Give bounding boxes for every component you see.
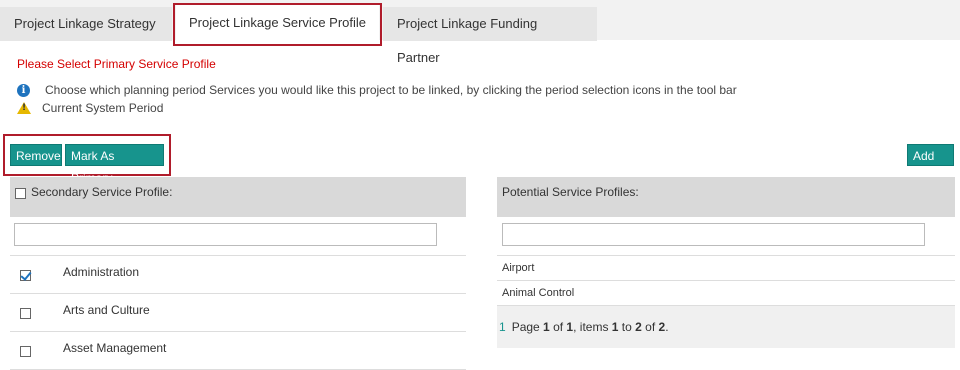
- list-item-label: Administration: [63, 265, 140, 279]
- add-all-button[interactable]: Add All: [907, 144, 954, 185]
- warning-message: Current System Period: [42, 101, 164, 115]
- pager: 1 Page 1 of 1, items 1 to 2 of 2.: [497, 306, 955, 348]
- pager-text: , items: [573, 320, 612, 334]
- error-message: Please Select Primary Service Profile: [17, 57, 216, 71]
- row-checkbox[interactable]: [20, 346, 31, 357]
- tab-project-linkage-strategy[interactable]: Project Linkage Strategy: [0, 7, 172, 41]
- tab-project-linkage-funding-partner[interactable]: Project Linkage Funding Partner: [383, 7, 597, 65]
- list-item[interactable]: Animal Control: [497, 281, 955, 306]
- pager-to: 2: [635, 320, 642, 334]
- potential-panel-title: Potential Service Profiles:: [502, 185, 639, 199]
- pager-page-link[interactable]: 1: [499, 320, 506, 334]
- list-item[interactable]: Administration: [10, 256, 466, 294]
- tab-project-linkage-service-profile[interactable]: Project Linkage Service Profile: [176, 5, 379, 41]
- list-item[interactable]: Asset Management: [10, 332, 466, 370]
- info-icon: i: [17, 83, 30, 97]
- row-checkbox[interactable]: [20, 308, 31, 319]
- remove-button[interactable]: Remove: [10, 144, 62, 166]
- potential-panel-header: Potential Service Profiles:: [497, 177, 955, 217]
- select-all-checkbox[interactable]: [15, 188, 26, 199]
- potential-service-profiles-panel: Potential Service Profiles: Airport Anim…: [497, 177, 955, 348]
- list-item[interactable]: Arts and Culture: [10, 294, 466, 332]
- list-item-label: Arts and Culture: [63, 303, 150, 317]
- info-message: Choose which planning period Services yo…: [45, 83, 737, 97]
- pager-text: of: [549, 320, 567, 334]
- potential-filter-input[interactable]: [502, 223, 925, 246]
- list-item-label: Asset Management: [63, 341, 167, 355]
- list-item[interactable]: Airport: [497, 256, 955, 281]
- pager-text: of: [641, 320, 659, 334]
- secondary-filter-row: [10, 217, 466, 256]
- secondary-panel-title: Secondary Service Profile:: [31, 185, 173, 199]
- row-checkbox[interactable]: [20, 270, 31, 281]
- secondary-filter-input[interactable]: [14, 223, 437, 246]
- info-message-row: i Choose which planning period Services …: [17, 83, 737, 97]
- secondary-panel-header: Secondary Service Profile:: [10, 177, 466, 217]
- pager-text: .: [665, 320, 669, 334]
- warning-message-row: ! Current System Period: [17, 101, 163, 115]
- tab-bar: Project Linkage Strategy Project Linkage…: [0, 0, 960, 65]
- potential-filter-row: [497, 217, 955, 256]
- pager-text: to: [618, 320, 636, 334]
- mark-as-primary-button[interactable]: Mark As Primary: [65, 144, 164, 185]
- warning-icon: !: [17, 102, 31, 114]
- pager-text: Page: [511, 320, 544, 334]
- secondary-service-profile-panel: Secondary Service Profile: Administratio…: [10, 177, 466, 370]
- pager-page: 1: [543, 320, 550, 334]
